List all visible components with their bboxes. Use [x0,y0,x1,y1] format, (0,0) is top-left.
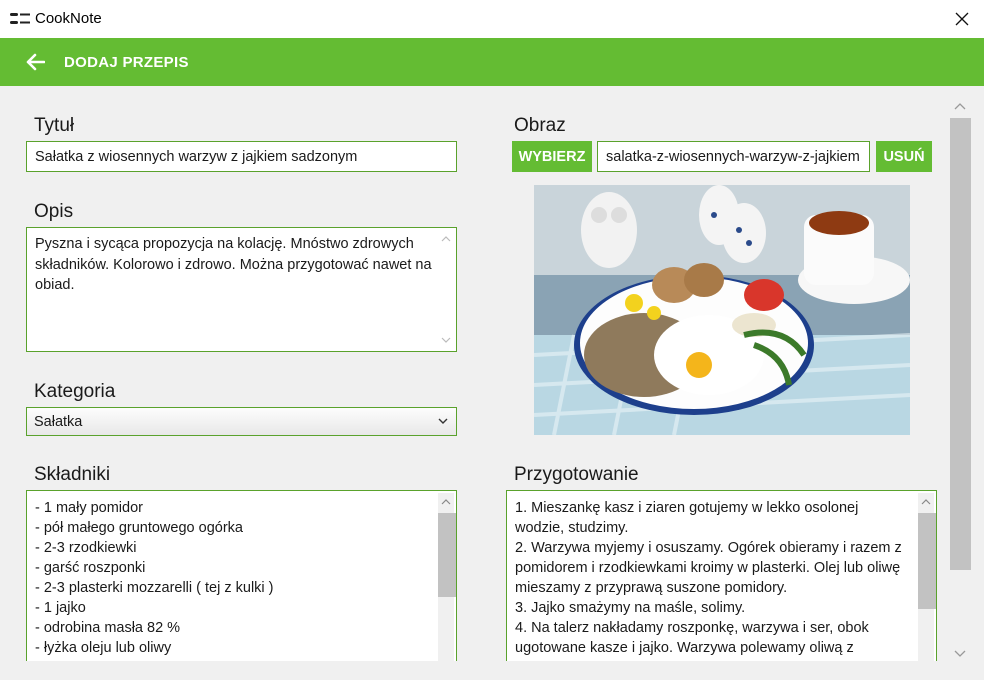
preparation-scrollbar[interactable] [918,493,936,667]
ingredient-line: - pół małego gruntowego ogórka [35,520,243,536]
scroll-down-icon [441,337,451,343]
preparation-label: Przygotowanie [514,464,639,485]
page-title: DODAJ PRZEPIS [64,54,189,71]
ingredient-line: - odrobina masła 82 % [35,620,181,636]
preparation-step: 1. Mieszankę kasz i ziaren gotujemy w le… [515,500,859,536]
description-scrollbar[interactable] [438,230,454,349]
app-logo-icon [10,13,30,24]
ingredient-line: - łyżka oleju lub oliwy [35,640,172,656]
window-titlebar: CookNote [0,0,984,38]
ingredients-scrollbar[interactable] [438,493,456,667]
ingredients-label: Składniki [34,464,111,485]
ingredient-line: - 1 jajko [35,600,86,616]
ingredient-line: - 1 mały pomidor [35,500,143,516]
scroll-up-icon[interactable] [954,102,966,112]
description-textarea[interactable]: Pyszna i sycąca propozycja na kolację. M… [26,227,457,352]
description-label: Opis [34,201,74,222]
app-title: CookNote [35,10,102,27]
preparation-step: 3. Jajko smażymy na maśle, solimy. [515,600,746,616]
ingredient-line: - garść roszponki [35,560,146,576]
chevron-down-icon [438,418,448,424]
scroll-up-icon [441,499,451,505]
close-window-button[interactable] [946,4,978,34]
page-scrollbar[interactable] [948,96,974,664]
page-scroll-thumb[interactable] [950,118,971,570]
arrow-left-icon [26,53,45,71]
image-filename-input[interactable]: salatka-z-wiosennych-warzyw-z-jajkiem [597,141,870,172]
page-header: DODAJ PRZEPIS [0,38,984,86]
scroll-thumb[interactable] [438,513,456,597]
back-button[interactable] [22,50,48,74]
scroll-up-icon [441,236,451,242]
ingredients-textarea[interactable]: - 1 mały pomidor - pół małego gruntowego… [26,490,457,670]
scroll-thumb[interactable] [918,513,936,609]
title-label: Tytuł [34,115,75,136]
ingredient-line: - 2-3 plasterki mozzarelli ( tej z kulki… [35,580,274,596]
image-label: Obraz [514,115,566,136]
title-input[interactable]: Sałatka z wiosennych warzyw z jajkiem sa… [26,141,457,172]
choose-image-button[interactable]: WYBIERZ [512,141,592,172]
preparation-step: 4. Na talerz nakładamy roszponkę, warzyw… [515,620,869,656]
preparation-textarea[interactable]: 1. Mieszankę kasz i ziaren gotujemy w le… [506,490,937,670]
ingredient-line: - 2-3 rzodkiewki [35,540,137,556]
close-icon [955,12,969,26]
preparation-step: 2. Warzywa myjemy i osuszamy. Ogórek obi… [515,540,902,596]
recipe-image [534,185,910,435]
category-select[interactable]: Sałatka [26,407,457,436]
scroll-up-icon [921,499,931,505]
scroll-down-icon[interactable] [954,648,966,658]
description-text: Pyszna i sycąca propozycja na kolację. M… [35,236,432,293]
remove-image-button[interactable]: USUŃ [876,141,932,172]
bottom-edge [0,661,984,680]
category-selected-value: Sałatka [34,414,83,430]
category-label: Kategoria [34,381,116,402]
